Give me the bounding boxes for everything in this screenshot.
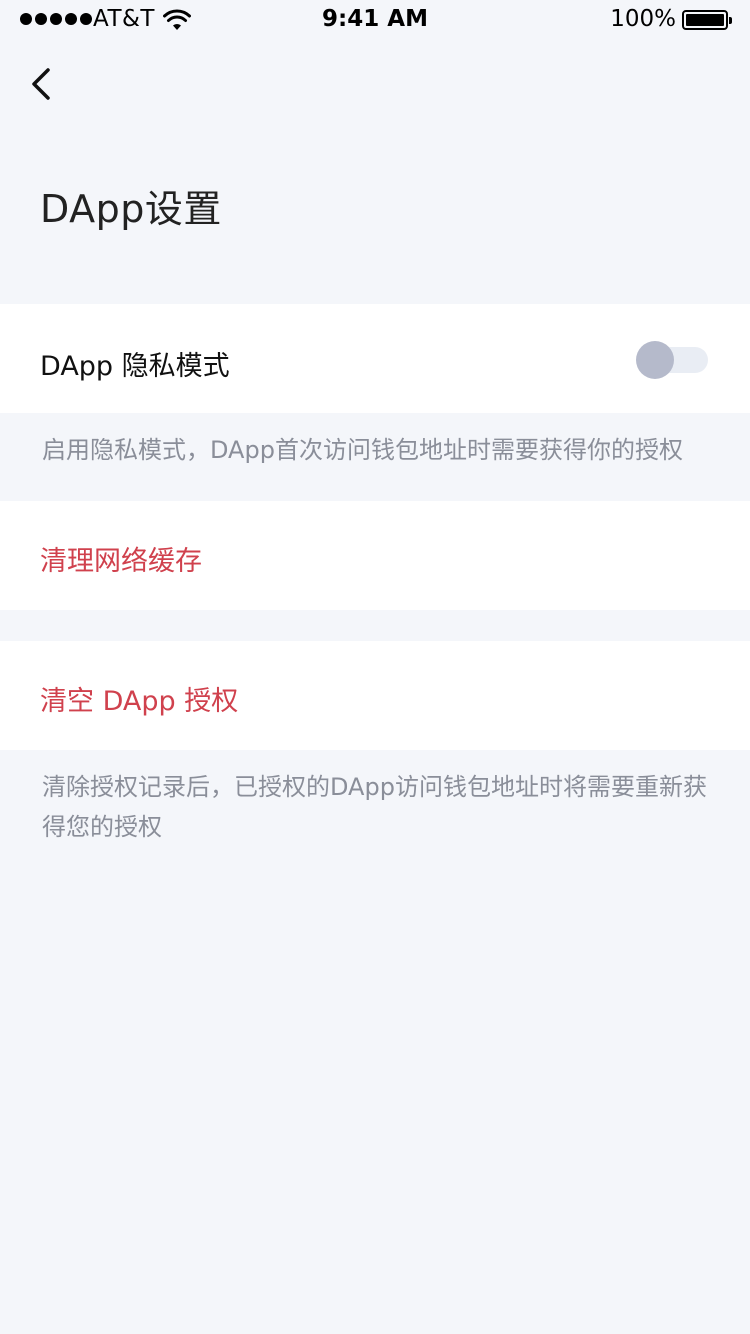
clear-cache-label: 清理网络缓存 bbox=[40, 546, 202, 577]
clear-auth-note: 清除授权记录后，已授权的DApp访问钱包地址时将需要重新获得您的授权 bbox=[42, 773, 707, 841]
privacy-mode-row: DApp 隐私模式 bbox=[0, 304, 750, 413]
chevron-left-icon bbox=[32, 68, 50, 100]
privacy-mode-label: DApp 隐私模式 bbox=[40, 351, 230, 382]
battery-icon bbox=[682, 10, 732, 30]
toggle-knob bbox=[636, 341, 674, 379]
page-title: DApp设置 bbox=[40, 187, 222, 231]
back-button[interactable] bbox=[24, 62, 64, 106]
clear-auth-row[interactable]: 清空 DApp 授权 bbox=[0, 641, 750, 750]
clear-cache-row[interactable]: 清理网络缓存 bbox=[0, 501, 750, 610]
privacy-mode-note: 启用隐私模式，DApp首次访问钱包地址时需要获得你的授权 bbox=[42, 436, 683, 464]
clear-auth-label: 清空 DApp 授权 bbox=[40, 686, 239, 717]
status-bar: AT&T 9:41 AM 100% bbox=[0, 0, 750, 40]
screen: AT&T 9:41 AM 100% DApp设置 DApp 隐私模式 启用隐私模… bbox=[0, 0, 750, 1334]
battery-percent: 100% bbox=[610, 6, 676, 32]
privacy-mode-toggle[interactable] bbox=[636, 341, 708, 379]
